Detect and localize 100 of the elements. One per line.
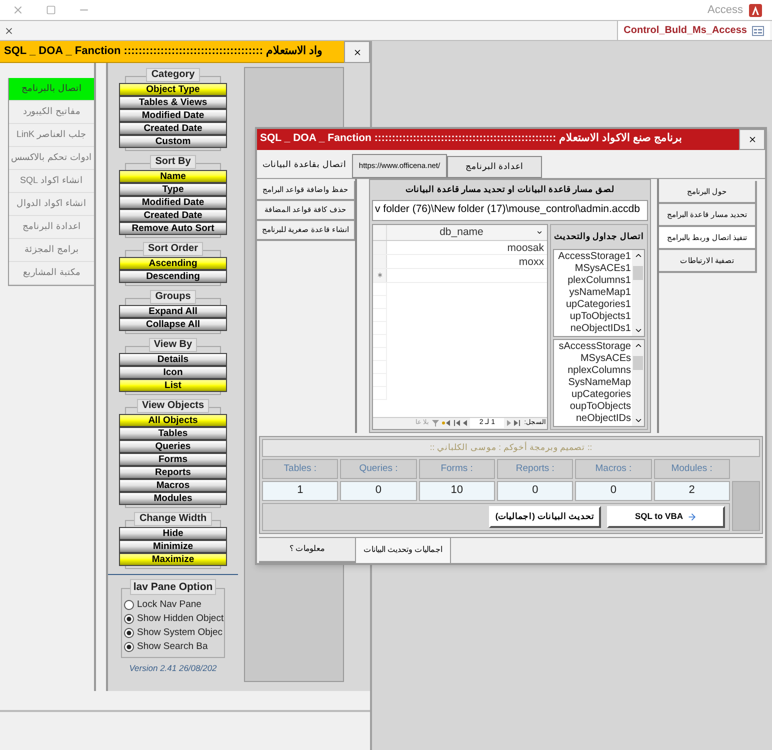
stat-label: Tables : bbox=[262, 458, 338, 479]
list-item[interactable]: upCategories1 bbox=[566, 298, 631, 311]
list-item[interactable]: SysNameMap bbox=[568, 376, 631, 389]
stat-value: 2 bbox=[654, 480, 730, 501]
tab[interactable]: اجماليات وتحديث البيانات bbox=[355, 538, 451, 563]
option-button[interactable]: Expand All bbox=[119, 305, 227, 318]
nav-menu-item[interactable]: اتصال بالبرنامج bbox=[9, 78, 94, 101]
list-item[interactable]: nplexColumns bbox=[568, 364, 631, 377]
stat-label: Modules : bbox=[654, 458, 730, 479]
option-button[interactable]: Hide bbox=[119, 527, 227, 540]
list-box[interactable]: AccessStorage1 MSysACEs1 plexColumns1 ysNameMap1 upCategories1 upToObjects1 neObjectIDs1 bbox=[553, 248, 645, 337]
scroll-bar[interactable] bbox=[632, 250, 644, 336]
new-row-icon bbox=[376, 271, 384, 280]
path-prompt: لصق مسار قاعدة البيانات او تحديد مسار قاعدة البيانات bbox=[404, 183, 616, 196]
option-button[interactable]: Modified Date bbox=[119, 109, 227, 122]
list-item[interactable]: upToObjects1 bbox=[570, 310, 631, 323]
radio-button[interactable] bbox=[124, 614, 134, 624]
option-button[interactable]: Descending bbox=[119, 270, 227, 283]
option-label: Show Search Ba bbox=[137, 640, 208, 654]
radio-button[interactable] bbox=[124, 628, 134, 638]
option-button[interactable]: Custom bbox=[119, 135, 227, 148]
stat-value: 1 bbox=[262, 480, 338, 501]
list-item[interactable]: oupToObjects bbox=[570, 400, 631, 413]
option-button[interactable]: Queries bbox=[119, 440, 227, 453]
option-button[interactable]: Object Type bbox=[119, 83, 227, 96]
credit-text: :: تصميم وبرمجة أخوكم : موسى الكلباني :: bbox=[262, 438, 760, 457]
arrow-icon bbox=[687, 512, 697, 522]
document-tab[interactable]: Control_Buld_Ms_Access bbox=[616, 21, 770, 40]
option-button[interactable]: Type bbox=[119, 183, 227, 196]
stat-label: Reports : bbox=[497, 458, 574, 479]
side-panel bbox=[732, 480, 760, 531]
scroll-bar[interactable] bbox=[632, 340, 644, 426]
list-item[interactable]: MSysACEs bbox=[580, 352, 631, 365]
option-button[interactable]: All Objects bbox=[119, 414, 227, 427]
first-record-icon[interactable] bbox=[453, 420, 460, 426]
list-item[interactable]: MSysACEs1 bbox=[574, 262, 631, 275]
action-button[interactable]: SQL to VBA bbox=[607, 506, 725, 528]
stat-label: Queries : bbox=[340, 458, 417, 479]
group-title: lav Pane Option bbox=[130, 579, 216, 595]
stat-value: 0 bbox=[497, 480, 574, 501]
group-title: Sort By bbox=[150, 155, 196, 169]
option-button[interactable]: Maximize bbox=[119, 553, 227, 566]
dialog-title-bar: SQL _ DOA _ Fanction :::::::::::::::::::::::::::::::::::::::::::::::::::: برنامج صنع الاكواد الاستعلام bbox=[257, 129, 739, 150]
option-button[interactable]: Tables bbox=[119, 427, 227, 440]
list-item[interactable]: AccessStorage1 bbox=[558, 250, 631, 263]
stat-value: 0 bbox=[340, 480, 417, 501]
form-icon bbox=[752, 26, 764, 36]
action-button[interactable]: تحديث البيانات (اجماليات) bbox=[489, 506, 601, 528]
option-button[interactable]: Tables & Views bbox=[119, 96, 227, 109]
close-button[interactable] bbox=[344, 41, 370, 63]
option-button[interactable]: Modules bbox=[119, 492, 227, 505]
option-button[interactable]: Reports bbox=[119, 466, 227, 479]
option-label: Lock Nav Pane bbox=[137, 598, 202, 612]
option-button[interactable]: Modified Date bbox=[119, 196, 227, 209]
list-item[interactable]: ysNameMap1 bbox=[569, 286, 631, 299]
list-box[interactable]: sAccessStorage MSysACEs nplexColumns SysNameMap upCategories oupToObjects neObjectIDs bbox=[553, 338, 645, 427]
form-title-bar: SQL _ DOA _ Fanction :::::::::::::::::::::::::::::::::::::: واد الاستعلام bbox=[0, 41, 344, 63]
stat-value: 10 bbox=[418, 480, 495, 501]
close-icon bbox=[352, 48, 362, 56]
filter-icon[interactable] bbox=[432, 420, 440, 427]
option-button[interactable]: Icon bbox=[119, 366, 227, 379]
last-record-icon[interactable] bbox=[514, 420, 522, 426]
list-item[interactable]: plexColumns1 bbox=[568, 274, 631, 287]
list-item[interactable]: sAccessStorage bbox=[558, 340, 631, 353]
radio-button[interactable] bbox=[124, 642, 134, 652]
list-item[interactable]: neObjectIDs1 bbox=[570, 322, 631, 335]
group-title: Change Width bbox=[134, 512, 212, 526]
new-record-icon[interactable] bbox=[442, 420, 450, 426]
dropdown-icon[interactable] bbox=[536, 228, 543, 236]
tab[interactable]: معلومات ؟ bbox=[259, 538, 355, 563]
option-button[interactable]: Collapse All bbox=[119, 318, 227, 331]
stat-label: Macros : bbox=[575, 458, 652, 479]
option-button[interactable]: Minimize bbox=[119, 540, 227, 553]
option-button[interactable]: Macros bbox=[119, 479, 227, 492]
tab[interactable]: اعدادة البرنامج bbox=[447, 156, 542, 178]
version-text: Version 2.41 26/08/202 bbox=[129, 662, 217, 675]
link-panel-title: اتصال جداول والتحديث bbox=[553, 230, 645, 244]
option-button[interactable]: Remove Auto Sort bbox=[119, 222, 227, 235]
previous-record-icon[interactable] bbox=[463, 420, 468, 426]
close-icon[interactable] bbox=[4, 26, 14, 36]
option-button[interactable]: Name bbox=[119, 170, 227, 183]
group-title: View By bbox=[148, 338, 198, 352]
list-item[interactable]: upCategories bbox=[572, 388, 631, 401]
maximize-icon[interactable] bbox=[46, 5, 56, 15]
option-button[interactable]: Created Date bbox=[119, 209, 227, 222]
option-button[interactable]: Forms bbox=[119, 453, 227, 466]
radio-button[interactable] bbox=[124, 600, 134, 610]
list-item[interactable]: neObjectIDs bbox=[576, 412, 631, 425]
option-button[interactable]: Created Date bbox=[119, 122, 227, 135]
table-cell-text: moxx bbox=[518, 254, 545, 268]
close-icon bbox=[748, 134, 756, 144]
option-button[interactable]: List bbox=[119, 379, 227, 392]
option-button[interactable]: Ascending bbox=[119, 257, 227, 270]
group-title: Sort Order bbox=[142, 242, 203, 256]
path-field[interactable]: v folder (76)\New folder (17)\mouse_control\admin.accdb bbox=[372, 200, 648, 221]
next-record-icon[interactable] bbox=[507, 420, 512, 426]
app-logo-icon bbox=[749, 4, 762, 16]
close-button[interactable] bbox=[739, 129, 765, 150]
stat-label: Forms : bbox=[418, 458, 495, 479]
option-button[interactable]: Details bbox=[119, 353, 227, 366]
